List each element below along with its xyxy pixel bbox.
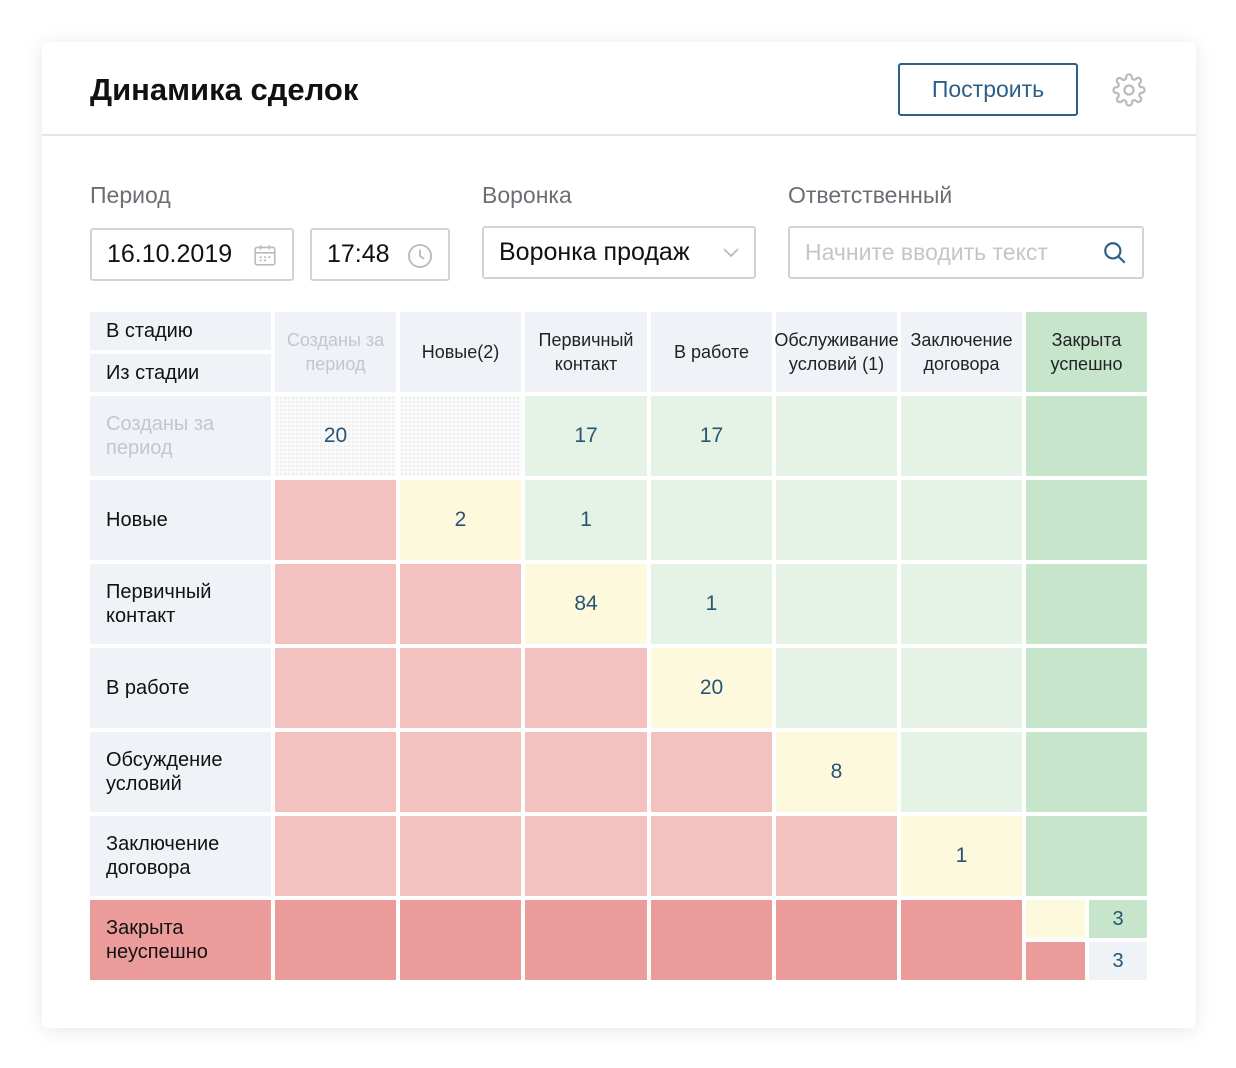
table-cell [400,648,521,728]
table-cell [400,900,521,980]
column-header: Заключение договора [901,312,1022,392]
table-cell[interactable]: 17 [651,396,772,476]
split-cell-bottom-left [1026,942,1085,980]
table-corner: В стадию Из стадии [90,312,271,392]
period-label: Период [90,182,171,208]
row-header: Обсуждение условий [90,732,271,812]
table-cell [651,480,772,560]
table-cell[interactable]: 20 [651,648,772,728]
responsible-label: Ответственный [788,182,953,208]
time-field[interactable]: 17:48 [310,228,450,281]
table-cell [776,396,897,476]
table-cell [776,816,897,896]
split-cell-top-left [1026,900,1085,938]
row-header: Новые [90,480,271,560]
table-cell [275,816,396,896]
column-header: Обслуживание условий (1) [774,312,899,392]
corner-from-stage: Из стадии [90,354,271,392]
table-cell [1026,816,1147,896]
table-cell[interactable]: 17 [525,396,647,476]
table-cell [525,732,647,812]
table-cell [901,480,1022,560]
table-cell [901,396,1022,476]
column-header: Закрыта успешно [1026,312,1147,392]
table-cell [400,816,521,896]
table-cell [901,900,1022,980]
table-cell [776,480,897,560]
table-cell [275,900,396,980]
funnel-label: Воронка [482,182,572,208]
search-icon[interactable] [1102,240,1128,266]
row-header: Закрыта неуспешно [90,900,271,980]
table-cell[interactable]: 84 [525,564,647,644]
table-cell[interactable]: 1 [525,480,647,560]
table-cell [400,396,521,476]
table-cell[interactable]: 1 [651,564,772,644]
row-header: Заключение договора [90,816,271,896]
date-field[interactable]: 16.10.2019 [90,228,294,281]
table-cell [776,900,897,980]
row-header: Созданы за период [90,396,271,476]
table-cell [275,480,396,560]
clock-icon[interactable] [406,242,434,270]
table-cell [651,900,772,980]
table-cell [525,816,647,896]
table-cell [400,564,521,644]
row-header: В работе [90,648,271,728]
funnel-select[interactable]: Воронка продаж [482,226,756,279]
time-value: 17:48 [327,240,390,268]
table-cell [1026,648,1147,728]
row-header: Первичный контакт [90,564,271,644]
funnel-value: Воронка продаж [499,238,690,266]
table-cell [1026,564,1147,644]
page-title: Динамика сделок [90,72,359,107]
split-cell-top-right[interactable]: 3 [1089,900,1147,938]
table-cell[interactable]: 1 [901,816,1022,896]
responsible-field [788,226,1144,279]
table-cell [275,648,396,728]
column-header: Новые(2) [400,312,521,392]
table-cell [651,732,772,812]
deal-dynamics-card: Динамика сделок Построить Период Воронка… [42,42,1196,1028]
table-cell [901,564,1022,644]
column-header: Созданы за период [275,312,396,392]
corner-to-stage: В стадию [90,312,271,350]
table-cell [525,648,647,728]
build-button[interactable]: Построить [898,63,1078,116]
table-cell [651,816,772,896]
table-cell [1026,480,1147,560]
table-cell [1026,396,1147,476]
stage-transition-table: В стадию Из стадии Созданы за период Нов… [90,312,1147,980]
split-cell-bottom-right[interactable]: 3 [1089,942,1147,980]
chevron-down-icon [723,248,739,258]
table-cell [400,732,521,812]
table-cell [275,564,396,644]
table-cell[interactable]: 20 [275,396,396,476]
split-cell: 3 3 [1026,900,1147,980]
responsible-search-input[interactable] [805,239,1085,266]
card-header: Динамика сделок Построить [42,42,1196,136]
table-cell [275,732,396,812]
table-cell[interactable]: 2 [400,480,521,560]
table-cell [525,900,647,980]
column-header: В работе [651,312,772,392]
table-cell [1026,732,1147,812]
column-header: Первичный контакт [525,312,647,392]
gear-icon[interactable] [1112,73,1146,107]
table-cell [776,648,897,728]
table-cell[interactable]: 8 [776,732,897,812]
table-cell [776,564,897,644]
calendar-icon[interactable] [252,242,278,268]
table-cell [901,732,1022,812]
date-value: 16.10.2019 [107,240,233,268]
table-cell [901,648,1022,728]
